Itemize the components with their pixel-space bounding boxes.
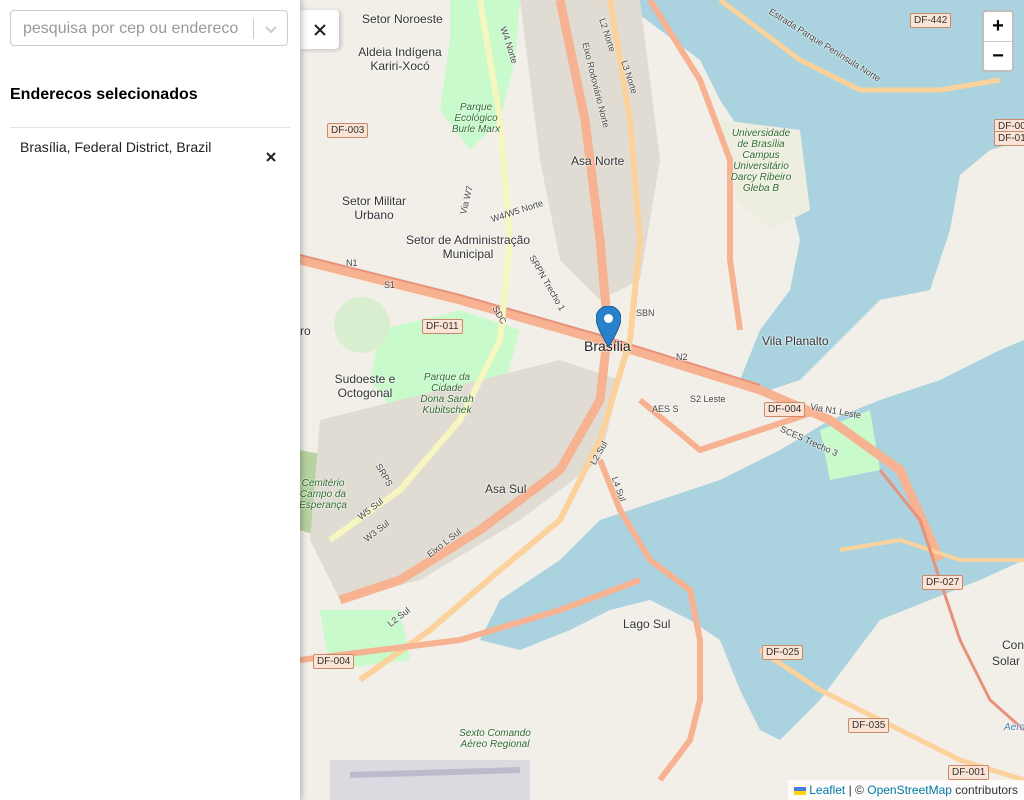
place-edge-solar: Solar: [992, 654, 1021, 668]
ukraine-flag-icon: [794, 786, 807, 795]
place-parque-burle: Parque Ecológico Burle Marx: [451, 102, 501, 135]
place-setor-admin: Setor de Administração Municipal: [405, 233, 531, 261]
place-sexto-comando: Sexto Comando Aéreo Regional: [459, 728, 531, 750]
address-sidebar: Enderecos selecionados Brasília, Federal…: [0, 0, 300, 800]
selected-addresses-title: Enderecos selecionados: [10, 86, 198, 103]
attribution-separator: | ©: [848, 783, 864, 797]
road-label: S1: [384, 280, 396, 290]
place-lago-sul: Lago Sul: [623, 617, 671, 631]
road-label: SBN: [636, 308, 655, 318]
road-label: N2: [676, 352, 688, 362]
place-edge-aero: Aero: [1004, 722, 1024, 733]
road-shield: DF-027: [922, 575, 964, 590]
attribution-suffix: contributors: [955, 783, 1018, 797]
close-sidebar-button[interactable]: [300, 10, 339, 49]
zoom-in-button[interactable]: +: [984, 12, 1012, 42]
road-shield: DF-025: [762, 645, 804, 660]
road-shield: DF-004: [313, 654, 355, 669]
road-shield: DF-01: [994, 131, 1024, 146]
remove-address-icon[interactable]: [264, 140, 278, 162]
search-separator: [253, 19, 254, 39]
map-attribution: Leaflet | © OpenStreetMap contributors: [788, 780, 1024, 800]
location-marker-icon[interactable]: [595, 305, 622, 348]
address-list-item: Brasília, Federal District, Brazil: [10, 128, 290, 166]
place-asa-norte: Asa Norte: [571, 154, 625, 168]
chevron-down-icon[interactable]: [261, 19, 281, 39]
place-edge-cond: Cond: [1002, 638, 1024, 652]
selected-address-list: Brasília, Federal District, Brazil: [10, 127, 290, 166]
zoom-out-button[interactable]: −: [984, 42, 1012, 71]
place-edge-ro: ro: [300, 324, 311, 338]
place-setor-militar: Setor Militar Urbano: [341, 194, 406, 222]
place-unb: Universidade de Brasília Campus Universi…: [730, 128, 792, 194]
place-setor-noroeste: Setor Noroeste: [362, 12, 443, 26]
osm-link[interactable]: OpenStreetMap: [867, 783, 952, 797]
search-input[interactable]: [21, 17, 245, 41]
leaflet-link[interactable]: Leaflet: [809, 783, 845, 797]
place-vila-planalto: Vila Planalto: [762, 334, 829, 348]
road-shield: DF-011: [422, 319, 463, 334]
place-asa-sul: Asa Sul: [485, 482, 527, 496]
place-cemiterio: Cemitério Campo da Esperança: [299, 478, 347, 511]
road-label: N1: [346, 258, 358, 268]
road-shield: DF-001: [948, 765, 990, 780]
place-parque-cidade: Parque da Cidade Dona Sarah Kubitschek: [420, 372, 474, 416]
place-aldeia: Aldeia Indígena Kariri-Xocó: [358, 45, 442, 73]
search-select[interactable]: [10, 10, 288, 46]
address-label: Brasília, Federal District, Brazil: [20, 139, 212, 155]
road-label: S2 Leste: [690, 394, 726, 404]
road-shield: DF-003: [327, 123, 369, 138]
road-shield: DF-035: [848, 718, 890, 733]
road-shield: DF-442: [910, 13, 952, 28]
zoom-control: + −: [982, 10, 1014, 72]
road-label: AES S: [652, 404, 679, 414]
close-icon: [313, 23, 326, 36]
road-shield: DF-004: [764, 402, 806, 417]
place-sudoeste: Sudoeste e Octogonal: [334, 372, 396, 400]
